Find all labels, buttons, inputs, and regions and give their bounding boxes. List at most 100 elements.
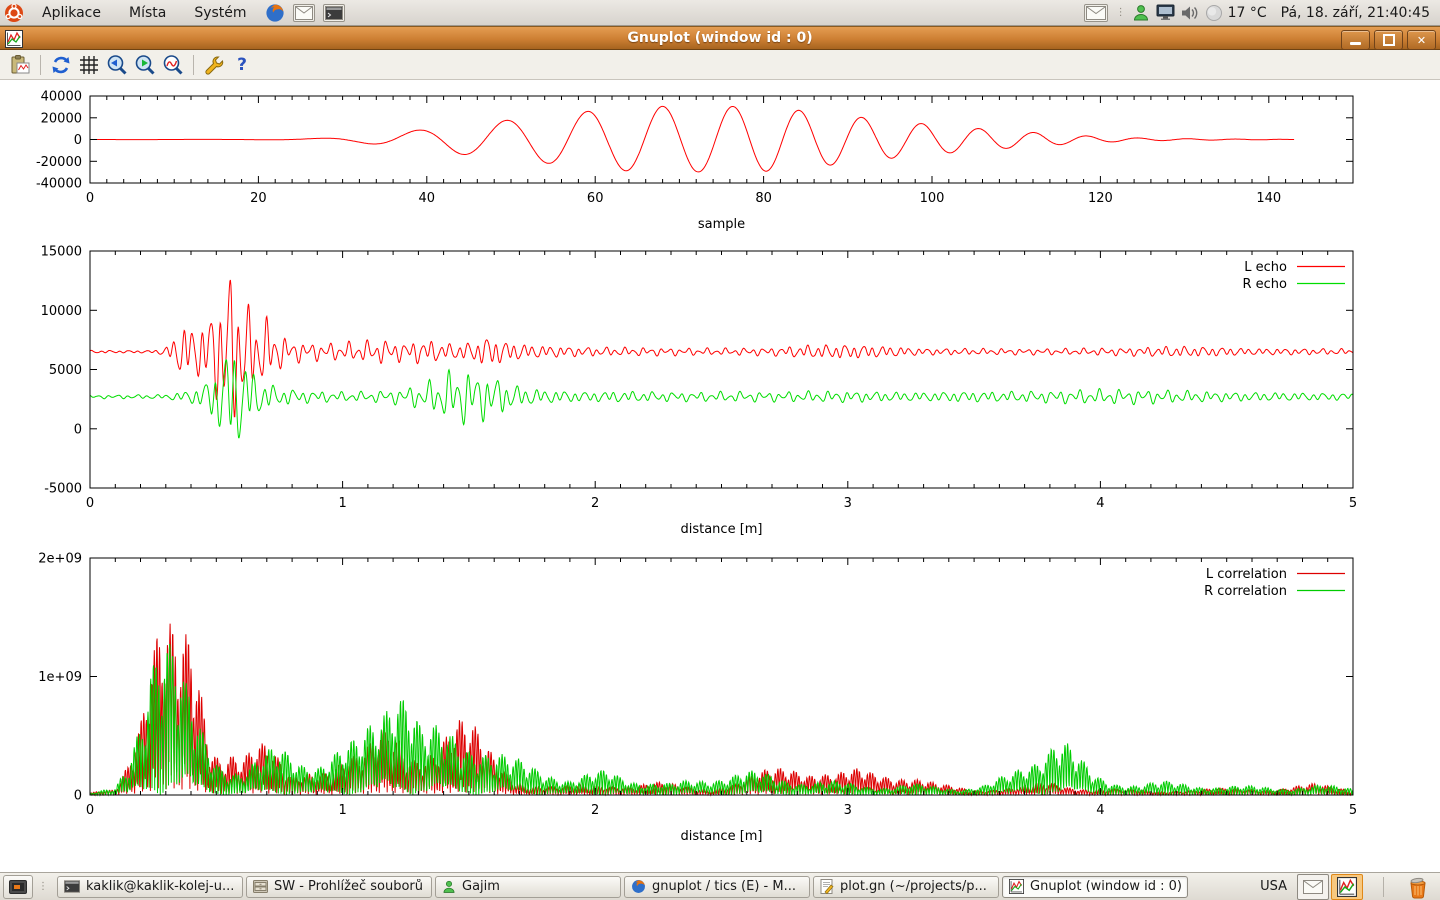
refresh-button[interactable] [48,52,74,78]
terminal-icon [64,880,80,893]
show-desktop-button[interactable] [3,875,33,899]
x-tick-label: 0 [86,191,94,206]
firefox-launcher-icon[interactable] [265,3,285,23]
y-tick-label: 1e+09 [38,670,82,685]
series-chirp-signal [90,106,1294,171]
x-tick-label: 100 [920,191,945,206]
temperature-indicator[interactable]: 17 °C [1228,5,1267,21]
volume-icon[interactable] [1181,5,1199,21]
taskbar-item-label: SW - Prohlížeč souborů [274,879,423,894]
legend-label: L correlation [1206,567,1287,582]
firefox-icon [631,879,646,894]
panel-clock[interactable]: Pá, 18. září, 21:40:45 [1281,5,1430,21]
options-button[interactable] [201,52,227,78]
plot-border [90,558,1353,795]
x-tick-label: 80 [755,191,772,206]
display-icon[interactable] [1156,4,1175,21]
series-r-correlation [90,644,1353,795]
y-tick-label: 0 [74,422,82,437]
x-axis-label: sample [698,217,745,232]
taskbar-item-label: plot.gn (~/projects/p... [840,879,987,894]
editor-icon [820,879,834,894]
gnuplot-canvas[interactable]: 020406080100120140-40000-200000200004000… [0,80,1440,871]
x-axis-label: distance [m] [680,522,762,537]
keyboard-layout-indicator[interactable]: USA [1260,879,1287,894]
taskbar-item-label: kaklik@kaklik-kolej-u... [86,879,234,894]
x-tick-label: 0 [86,803,94,818]
maximize-button[interactable] [1374,30,1403,50]
taskbar-item[interactable]: Gajim [435,876,621,898]
x-tick-label: 5 [1349,496,1357,511]
x-tick-label: 20 [250,191,267,206]
y-tick-label: 0 [74,789,82,804]
taskbar-item[interactable]: gnuplot / tics (E) - M... [624,876,810,898]
x-tick-label: 40 [419,191,436,206]
close-button[interactable]: ✕ [1407,30,1436,50]
y-tick-label: 10000 [41,304,82,319]
legend-label: R correlation [1204,584,1287,599]
help-button[interactable]: ? [229,52,255,78]
x-tick-label: 1 [338,803,346,818]
taskbar-item[interactable]: plot.gn (~/projects/p... [813,876,999,898]
menu-system[interactable]: Systém [180,0,260,25]
grid-toggle-button[interactable] [76,52,102,78]
y-tick-label: 20000 [41,111,82,126]
filemanager-icon [253,880,268,893]
x-tick-label: 3 [844,496,852,511]
x-axis-label: distance [m] [680,829,762,844]
menu-places[interactable]: Místa [115,0,180,25]
x-tick-label: 3 [844,803,852,818]
x-tick-label: 4 [1096,496,1104,511]
trash-icon[interactable] [1406,875,1430,899]
y-tick-label: 40000 [41,90,82,105]
copy-plot-button[interactable] [7,52,33,78]
legend-label: R echo [1242,277,1287,292]
unzoom-button[interactable] [160,52,186,78]
x-tick-label: 1 [338,496,346,511]
weather-icon[interactable] [1205,4,1223,22]
gnuplot-window-icon [5,30,23,52]
legend-label: L echo [1244,260,1287,275]
plot-area-bottom[interactable]: 01234501e+092e+09distance [m]L correlati… [0,545,1440,871]
mail-launcher-icon[interactable] [293,4,315,22]
x-tick-label: 4 [1096,803,1104,818]
y-tick-label: -5000 [44,482,82,497]
window-titlebar[interactable]: Gnuplot (window id : 0) ✕ [0,26,1440,50]
minimize-button[interactable] [1341,30,1370,50]
tray-drag-handle[interactable]: ⋮ [1116,9,1124,17]
plot-toolbar: ? [0,50,1440,80]
taskbar-item-label: gnuplot / tics (E) - M... [652,879,796,894]
distributor-logo-icon[interactable] [4,3,24,23]
x-tick-label: 120 [1088,191,1113,206]
bottom-taskbar: ⋮ kaklik@kaklik-kolej-u... SW - Prohlížeč… [0,872,1440,900]
mail-notification-icon[interactable] [1084,4,1108,22]
gnuplot-icon [1009,879,1024,894]
taskbar-separator [1383,877,1384,897]
plot-area-top[interactable]: 020406080100120140-40000-200000200004000… [0,80,1440,240]
taskbar-item[interactable]: Gnuplot (window id : 0) [1002,876,1188,898]
y-tick-label: 15000 [41,245,82,260]
taskbar-item-label: Gajim [462,879,500,894]
taskbar-item[interactable]: kaklik@kaklik-kolej-u... [57,876,243,898]
plot-area-middle[interactable]: 012345-5000050001000015000distance [m]L … [0,240,1440,545]
taskbar-item-label: Gnuplot (window id : 0) [1030,879,1181,894]
terminal-launcher-icon[interactable] [323,4,345,22]
taskbar-item[interactable]: SW - Prohlížeč souborů [246,876,432,898]
x-tick-label: 2 [591,496,599,511]
series-l-echo [90,280,1353,417]
y-tick-label: -40000 [36,177,82,192]
y-tick-label: 0 [74,133,82,148]
x-tick-label: 0 [86,496,94,511]
x-tick-label: 60 [587,191,604,206]
x-tick-label: 5 [1349,803,1357,818]
y-tick-label: -20000 [36,155,82,170]
user-status-icon[interactable] [1132,4,1150,22]
series-r-echo [90,360,1353,438]
gnuplot-tray-button[interactable] [1331,874,1363,900]
zoom-previous-button[interactable] [104,52,130,78]
zoom-next-button[interactable] [132,52,158,78]
mail-tray-button[interactable] [1297,874,1329,900]
tasklist-drag-handle[interactable]: ⋮ [38,883,46,891]
x-tick-label: 2 [591,803,599,818]
menu-applications[interactable]: Aplikace [28,0,115,25]
